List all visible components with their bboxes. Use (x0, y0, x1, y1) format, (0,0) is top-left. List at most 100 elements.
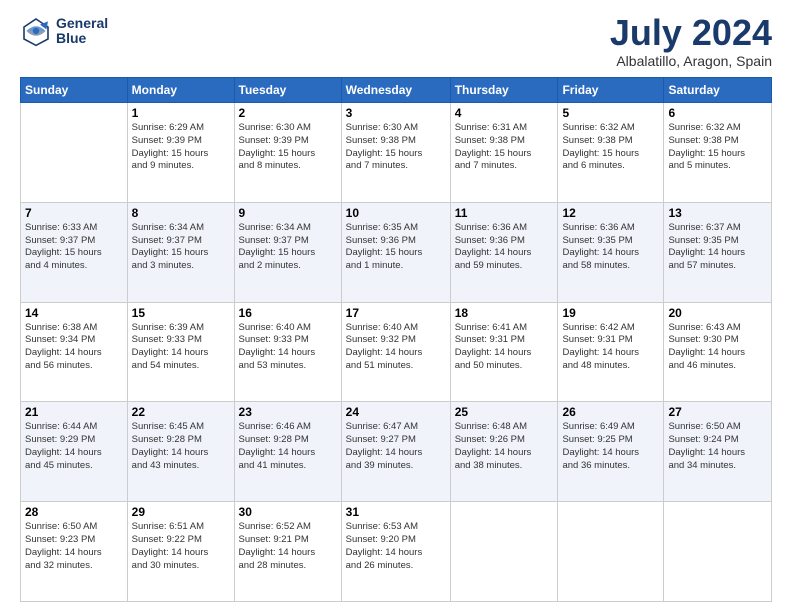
day-number: 14 (25, 306, 123, 320)
day-number: 2 (239, 106, 337, 120)
day-info: Sunrise: 6:36 AMSunset: 9:36 PMDaylight:… (455, 222, 554, 273)
day-info: Sunrise: 6:40 AMSunset: 9:32 PMDaylight:… (346, 322, 446, 373)
day-number: 28 (25, 505, 123, 519)
day-number: 15 (132, 306, 230, 320)
calendar-cell: 8 Sunrise: 6:34 AMSunset: 9:37 PMDaylight… (127, 202, 234, 302)
day-info: Sunrise: 6:36 AMSunset: 9:35 PMDaylight:… (562, 222, 659, 273)
day-number: 8 (132, 206, 230, 220)
day-info: Sunrise: 6:34 AMSunset: 9:37 PMDaylight:… (239, 222, 337, 273)
day-number: 18 (455, 306, 554, 320)
calendar-cell: 28 Sunrise: 6:50 AMSunset: 9:23 PMDayligh… (21, 502, 128, 602)
day-info: Sunrise: 6:44 AMSunset: 9:29 PMDaylight:… (25, 421, 123, 472)
day-number: 10 (346, 206, 446, 220)
day-info: Sunrise: 6:45 AMSunset: 9:28 PMDaylight:… (132, 421, 230, 472)
calendar-cell: 4 Sunrise: 6:31 AMSunset: 9:38 PMDaylight… (450, 103, 558, 203)
day-number: 9 (239, 206, 337, 220)
day-info: Sunrise: 6:46 AMSunset: 9:28 PMDaylight:… (239, 421, 337, 472)
calendar-cell: 2Sunrise: 6:30 AMSunset: 9:39 PMDaylight… (234, 103, 341, 203)
calendar-cell: 22 Sunrise: 6:45 AMSunset: 9:28 PMDayligh… (127, 402, 234, 502)
header-saturday: Saturday (664, 78, 772, 103)
calendar-cell: 23 Sunrise: 6:46 AMSunset: 9:28 PMDayligh… (234, 402, 341, 502)
day-info: Sunrise: 6:47 AMSunset: 9:27 PMDaylight:… (346, 421, 446, 472)
day-info: Sunrise: 6:52 AMSunset: 9:21 PMDaylight:… (239, 521, 337, 572)
day-info: Sunrise: 6:43 AMSunset: 9:30 PMDaylight:… (668, 322, 767, 373)
logo-text: General Blue (56, 16, 108, 47)
day-info: Sunrise: 6:51 AMSunset: 9:22 PMDaylight:… (132, 521, 230, 572)
header-row: Sunday Monday Tuesday Wednesday Thursday… (21, 78, 772, 103)
day-info: Sunrise: 6:32 AMSunset: 9:38 PMDaylight:… (668, 122, 767, 173)
location: Albalatillo, Aragon, Spain (610, 53, 772, 69)
calendar-cell: 12 Sunrise: 6:36 AMSunset: 9:35 PMDayligh… (558, 202, 664, 302)
day-info: Sunrise: 6:35 AMSunset: 9:36 PMDaylight:… (346, 222, 446, 273)
calendar-cell: 17 Sunrise: 6:40 AMSunset: 9:32 PMDayligh… (341, 302, 450, 402)
day-number: 5 (562, 106, 659, 120)
day-number: 17 (346, 306, 446, 320)
day-info: Sunrise: 6:31 AMSunset: 9:38 PMDaylight:… (455, 122, 554, 173)
day-number: 24 (346, 405, 446, 419)
day-info: Sunrise: 6:40 AMSunset: 9:33 PMDaylight:… (239, 322, 337, 373)
header-tuesday: Tuesday (234, 78, 341, 103)
day-number: 31 (346, 505, 446, 519)
day-number: 4 (455, 106, 554, 120)
calendar-week-row: 14 Sunrise: 6:38 AMSunset: 9:34 PMDayligh… (21, 302, 772, 402)
calendar-cell (21, 103, 128, 203)
calendar-cell (558, 502, 664, 602)
logo-icon (20, 15, 52, 47)
header-thursday: Thursday (450, 78, 558, 103)
calendar-table: Sunday Monday Tuesday Wednesday Thursday… (20, 77, 772, 602)
header-friday: Friday (558, 78, 664, 103)
day-info: Sunrise: 6:49 AMSunset: 9:25 PMDaylight:… (562, 421, 659, 472)
calendar-cell: 29 Sunrise: 6:51 AMSunset: 9:22 PMDayligh… (127, 502, 234, 602)
day-info: Sunrise: 6:41 AMSunset: 9:31 PMDaylight:… (455, 322, 554, 373)
calendar-cell: 7 Sunrise: 6:33 AMSunset: 9:37 PMDaylight… (21, 202, 128, 302)
calendar-cell (664, 502, 772, 602)
logo: General Blue (20, 15, 108, 47)
calendar-cell: 18 Sunrise: 6:41 AMSunset: 9:31 PMDayligh… (450, 302, 558, 402)
calendar-cell: 6Sunrise: 6:32 AMSunset: 9:38 PMDaylight… (664, 103, 772, 203)
day-number: 22 (132, 405, 230, 419)
calendar-cell: 15 Sunrise: 6:39 AMSunset: 9:33 PMDayligh… (127, 302, 234, 402)
calendar-cell: 14 Sunrise: 6:38 AMSunset: 9:34 PMDayligh… (21, 302, 128, 402)
calendar-cell: 26 Sunrise: 6:49 AMSunset: 9:25 PMDayligh… (558, 402, 664, 502)
logo-line1: General (56, 16, 108, 31)
day-info: Sunrise: 6:42 AMSunset: 9:31 PMDaylight:… (562, 322, 659, 373)
calendar-cell: 11 Sunrise: 6:36 AMSunset: 9:36 PMDayligh… (450, 202, 558, 302)
day-info: Sunrise: 6:38 AMSunset: 9:34 PMDaylight:… (25, 322, 123, 373)
calendar-week-row: 1 Sunrise: 6:29 AMSunset: 9:39 PMDaylight… (21, 103, 772, 203)
calendar-cell: 13Sunrise: 6:37 AMSunset: 9:35 PMDayligh… (664, 202, 772, 302)
day-info: Sunrise: 6:50 AMSunset: 9:23 PMDaylight:… (25, 521, 123, 572)
day-number: 29 (132, 505, 230, 519)
calendar-cell (450, 502, 558, 602)
calendar-cell: 21Sunrise: 6:44 AMSunset: 9:29 PMDayligh… (21, 402, 128, 502)
day-number: 12 (562, 206, 659, 220)
calendar-week-row: 28 Sunrise: 6:50 AMSunset: 9:23 PMDayligh… (21, 502, 772, 602)
day-info: Sunrise: 6:34 AMSunset: 9:37 PMDaylight:… (132, 222, 230, 273)
day-number: 19 (562, 306, 659, 320)
calendar-cell: 10 Sunrise: 6:35 AMSunset: 9:36 PMDayligh… (341, 202, 450, 302)
calendar-cell: 27Sunrise: 6:50 AMSunset: 9:24 PMDayligh… (664, 402, 772, 502)
header-monday: Monday (127, 78, 234, 103)
day-info: Sunrise: 6:53 AMSunset: 9:20 PMDaylight:… (346, 521, 446, 572)
day-number: 23 (239, 405, 337, 419)
day-info: Sunrise: 6:37 AMSunset: 9:35 PMDaylight:… (668, 222, 767, 273)
calendar-cell: 16Sunrise: 6:40 AMSunset: 9:33 PMDayligh… (234, 302, 341, 402)
calendar-week-row: 21Sunrise: 6:44 AMSunset: 9:29 PMDayligh… (21, 402, 772, 502)
calendar-cell: 3Sunrise: 6:30 AMSunset: 9:38 PMDaylight… (341, 103, 450, 203)
day-info: Sunrise: 6:50 AMSunset: 9:24 PMDaylight:… (668, 421, 767, 472)
day-info: Sunrise: 6:29 AMSunset: 9:39 PMDaylight:… (132, 122, 230, 173)
day-number: 3 (346, 106, 446, 120)
day-number: 26 (562, 405, 659, 419)
header-sunday: Sunday (21, 78, 128, 103)
day-number: 20 (668, 306, 767, 320)
month-title: July 2024 (610, 15, 772, 51)
day-number: 1 (132, 106, 230, 120)
calendar-cell: 31 Sunrise: 6:53 AMSunset: 9:20 PMDayligh… (341, 502, 450, 602)
day-number: 25 (455, 405, 554, 419)
calendar-cell: 9 Sunrise: 6:34 AMSunset: 9:37 PMDaylight… (234, 202, 341, 302)
day-number: 11 (455, 206, 554, 220)
day-info: Sunrise: 6:33 AMSunset: 9:37 PMDaylight:… (25, 222, 123, 273)
day-number: 7 (25, 206, 123, 220)
day-info: Sunrise: 6:39 AMSunset: 9:33 PMDaylight:… (132, 322, 230, 373)
calendar-cell: 30Sunrise: 6:52 AMSunset: 9:21 PMDayligh… (234, 502, 341, 602)
calendar-week-row: 7 Sunrise: 6:33 AMSunset: 9:37 PMDaylight… (21, 202, 772, 302)
